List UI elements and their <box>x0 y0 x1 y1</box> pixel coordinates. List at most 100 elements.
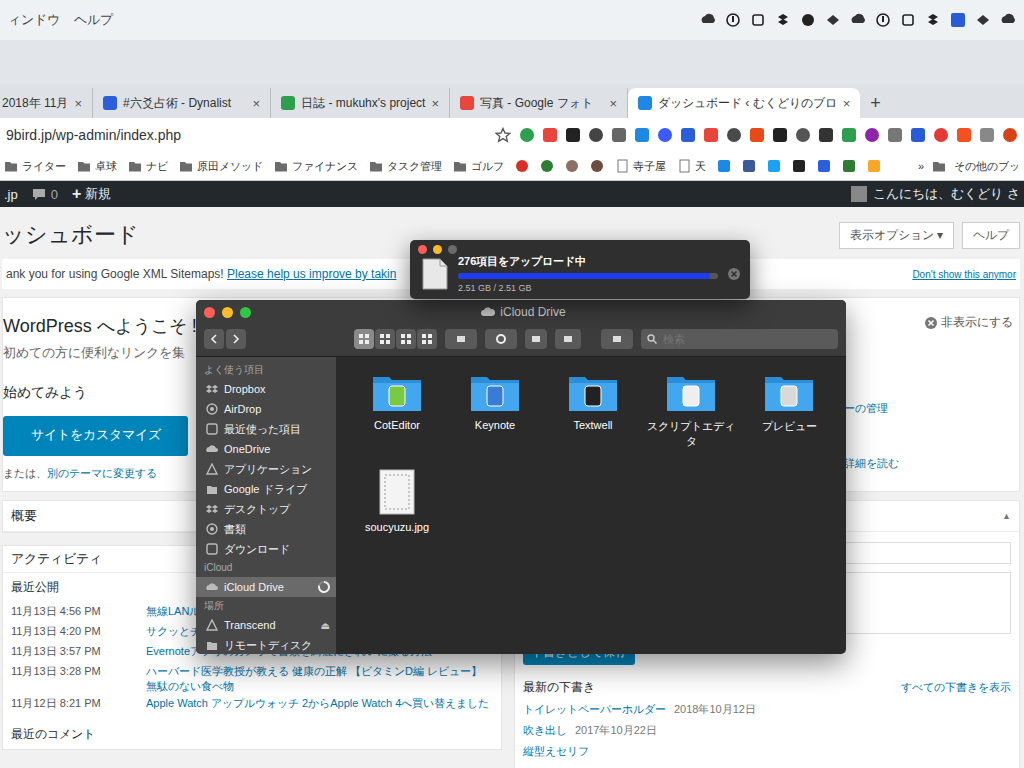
bookmark-item[interactable]: ファイナンス <box>274 159 358 174</box>
bookmark-item[interactable]: 卓球 <box>77 159 117 174</box>
sidebar-item-icon <box>206 639 218 651</box>
menu-manage-link[interactable]: ューの管理 <box>833 401 1013 416</box>
bookmark-item[interactable]: ゴルフ <box>453 159 504 174</box>
sidebar-item[interactable]: iCloud Drive <box>196 577 336 597</box>
bookmark-item[interactable]: ライター <box>4 159 66 174</box>
browser-tab[interactable]: ダッシュボード ‹ むくどりのブロ× <box>628 88 860 118</box>
folder-icon <box>665 371 717 413</box>
draft-link[interactable]: 縦型えセリフ <box>523 744 589 759</box>
draft-date: 2017年10月22日 <box>575 723 657 738</box>
browser-tab[interactable]: 日誌 - mukuhx's project× <box>271 88 450 118</box>
new-tab-button[interactable]: + <box>860 93 891 118</box>
draft-link[interactable]: 吹き出し <box>523 723 567 738</box>
sidebar-item[interactable]: Google ドライブ <box>196 479 336 499</box>
back-button[interactable] <box>204 329 224 349</box>
file-item[interactable]: プレビュー <box>740 371 838 469</box>
bookmark-item[interactable]: 原田メソッド <box>179 159 263 174</box>
sidebar-item[interactable]: OneDrive <box>196 439 336 459</box>
draft-link[interactable]: トイレットペーパーホルダー <box>523 702 666 717</box>
new-content-link[interactable]: +新規 <box>72 185 111 203</box>
site-name[interactable]: .jp <box>4 187 18 202</box>
help-button[interactable]: ヘルプ <box>962 222 1020 249</box>
column-view-button[interactable] <box>396 329 416 349</box>
tab-close[interactable]: × <box>431 96 439 111</box>
sidebar-item[interactable]: 書類 <box>196 519 336 539</box>
menu-item[interactable]: ヘルプ <box>74 11 113 29</box>
chevron-left-icon <box>210 334 218 344</box>
file-item[interactable]: soucyuzu.jpg <box>348 469 446 567</box>
greeting[interactable]: こんにちは、むくどり さ <box>873 185 1020 203</box>
sidebar-item[interactable]: AirDrop <box>196 399 336 419</box>
file-item[interactable]: Textwell <box>544 371 642 469</box>
close-button[interactable] <box>418 245 427 254</box>
share-button[interactable] <box>525 329 547 349</box>
extension-icon <box>588 127 604 143</box>
tab-close[interactable]: × <box>843 96 851 111</box>
tag-button[interactable] <box>555 329 581 349</box>
finder-sidebar: よく使う項目DropboxAirDrop最近使った項目OneDriveアプリケー… <box>196 357 336 654</box>
finder-titlebar: iCloud Drive <box>196 300 846 324</box>
customize-button[interactable]: サイトをカスタマイズ <box>3 416 188 456</box>
toggle-indicator[interactable]: ▲ <box>1002 511 1011 521</box>
browser-tab[interactable]: 写真 - Google フォト× <box>450 88 628 118</box>
arrange-button[interactable] <box>445 329 477 349</box>
zoom-button[interactable] <box>448 245 457 254</box>
admin-left: .jp 0 +新規 <box>4 185 111 203</box>
sidebar-item[interactable]: Dropbox <box>196 379 336 399</box>
gallery-view-button[interactable] <box>417 329 437 349</box>
view-all-drafts-link[interactable]: すべての下書きを表示 <box>901 680 1011 695</box>
list-view-button[interactable] <box>375 329 395 349</box>
finder-title-text: iCloud Drive <box>500 305 565 319</box>
sidebar-item[interactable]: Transcend⏏ <box>196 615 336 635</box>
sidebar-label: 最近使った項目 <box>224 422 330 437</box>
tab-label: 2018年 11月 <box>2 95 69 112</box>
tab-close[interactable]: × <box>253 96 261 111</box>
url-field[interactable]: 9bird.jp/wp-admin/index.php <box>6 127 181 143</box>
bookmark-item[interactable]: 寺子屋 <box>615 159 666 174</box>
notice-link[interactable]: Please help us improve by takin <box>227 267 396 281</box>
minimize-button[interactable] <box>222 307 233 318</box>
sidebar-item[interactable]: 最近使った項目 <box>196 419 336 439</box>
file-name: Textwell <box>573 419 612 431</box>
sidebar-item[interactable]: ダウンロード <box>196 539 336 559</box>
post-link[interactable]: Apple Watch アップルウォッチ 2からApple Watch 4へ買い… <box>146 696 493 714</box>
menu-item[interactable]: ィンドウ <box>8 11 60 29</box>
file-item[interactable]: CotEditor <box>348 371 446 469</box>
other-bookmarks[interactable]: »その他のブッ <box>918 159 1020 174</box>
eject-button[interactable]: ⏏ <box>321 620 330 631</box>
cloud-icon <box>481 307 495 317</box>
sidebar-item[interactable]: アプリケーション <box>196 459 336 479</box>
extension-icon <box>565 127 581 143</box>
screen-options-button[interactable]: 表示オプション ▾ <box>839 222 954 249</box>
zoom-button[interactable] <box>240 307 251 318</box>
read-more-link[interactable]: て詳細を読む <box>833 456 1013 471</box>
sidebar-label: 書類 <box>224 522 330 537</box>
browser-tab[interactable]: 2018年 11月 × <box>0 88 93 118</box>
close-button[interactable] <box>204 307 215 318</box>
file-item[interactable]: Keynote <box>446 371 544 469</box>
tab-close[interactable]: × <box>609 96 617 111</box>
dismiss-link[interactable]: Don't show this anymor <box>912 269 1016 280</box>
dropbox-button[interactable] <box>601 329 633 349</box>
file-item[interactable]: スクリプトエディタ <box>642 371 740 469</box>
comments-link[interactable]: 0 <box>32 187 58 202</box>
hide-welcome-link[interactable]: 非表示にする <box>925 314 1013 331</box>
minimize-button[interactable] <box>433 245 442 254</box>
bookmark-item[interactable]: 天 <box>677 159 706 174</box>
icon-view-button[interactable] <box>354 329 374 349</box>
bookmark-item[interactable]: タスク管理 <box>369 159 442 174</box>
more-bookmarks[interactable]: » <box>918 160 924 172</box>
change-theme-link[interactable]: 別のテーマに変更する <box>47 467 157 479</box>
sidebar-label: AirDrop <box>224 403 330 415</box>
favicon-icon <box>460 96 474 110</box>
bookmark-item[interactable]: ナビ <box>128 159 168 174</box>
sidebar-item[interactable]: デスクトップ <box>196 499 336 519</box>
browser-tab[interactable]: #六爻占術 - Dynalist× <box>93 88 271 118</box>
search-input[interactable] <box>661 332 832 346</box>
cancel-icon[interactable] <box>728 268 740 280</box>
tab-close[interactable]: × <box>75 96 83 111</box>
forward-button[interactable] <box>226 329 246 349</box>
action-gear-button[interactable] <box>485 329 517 349</box>
post-link[interactable]: ハーバード医学教授が教える 健康の正解 【ビタミンD編 レビュー】無駄のない食べ… <box>146 664 493 694</box>
sidebar-item[interactable]: リモートディスク <box>196 635 336 654</box>
